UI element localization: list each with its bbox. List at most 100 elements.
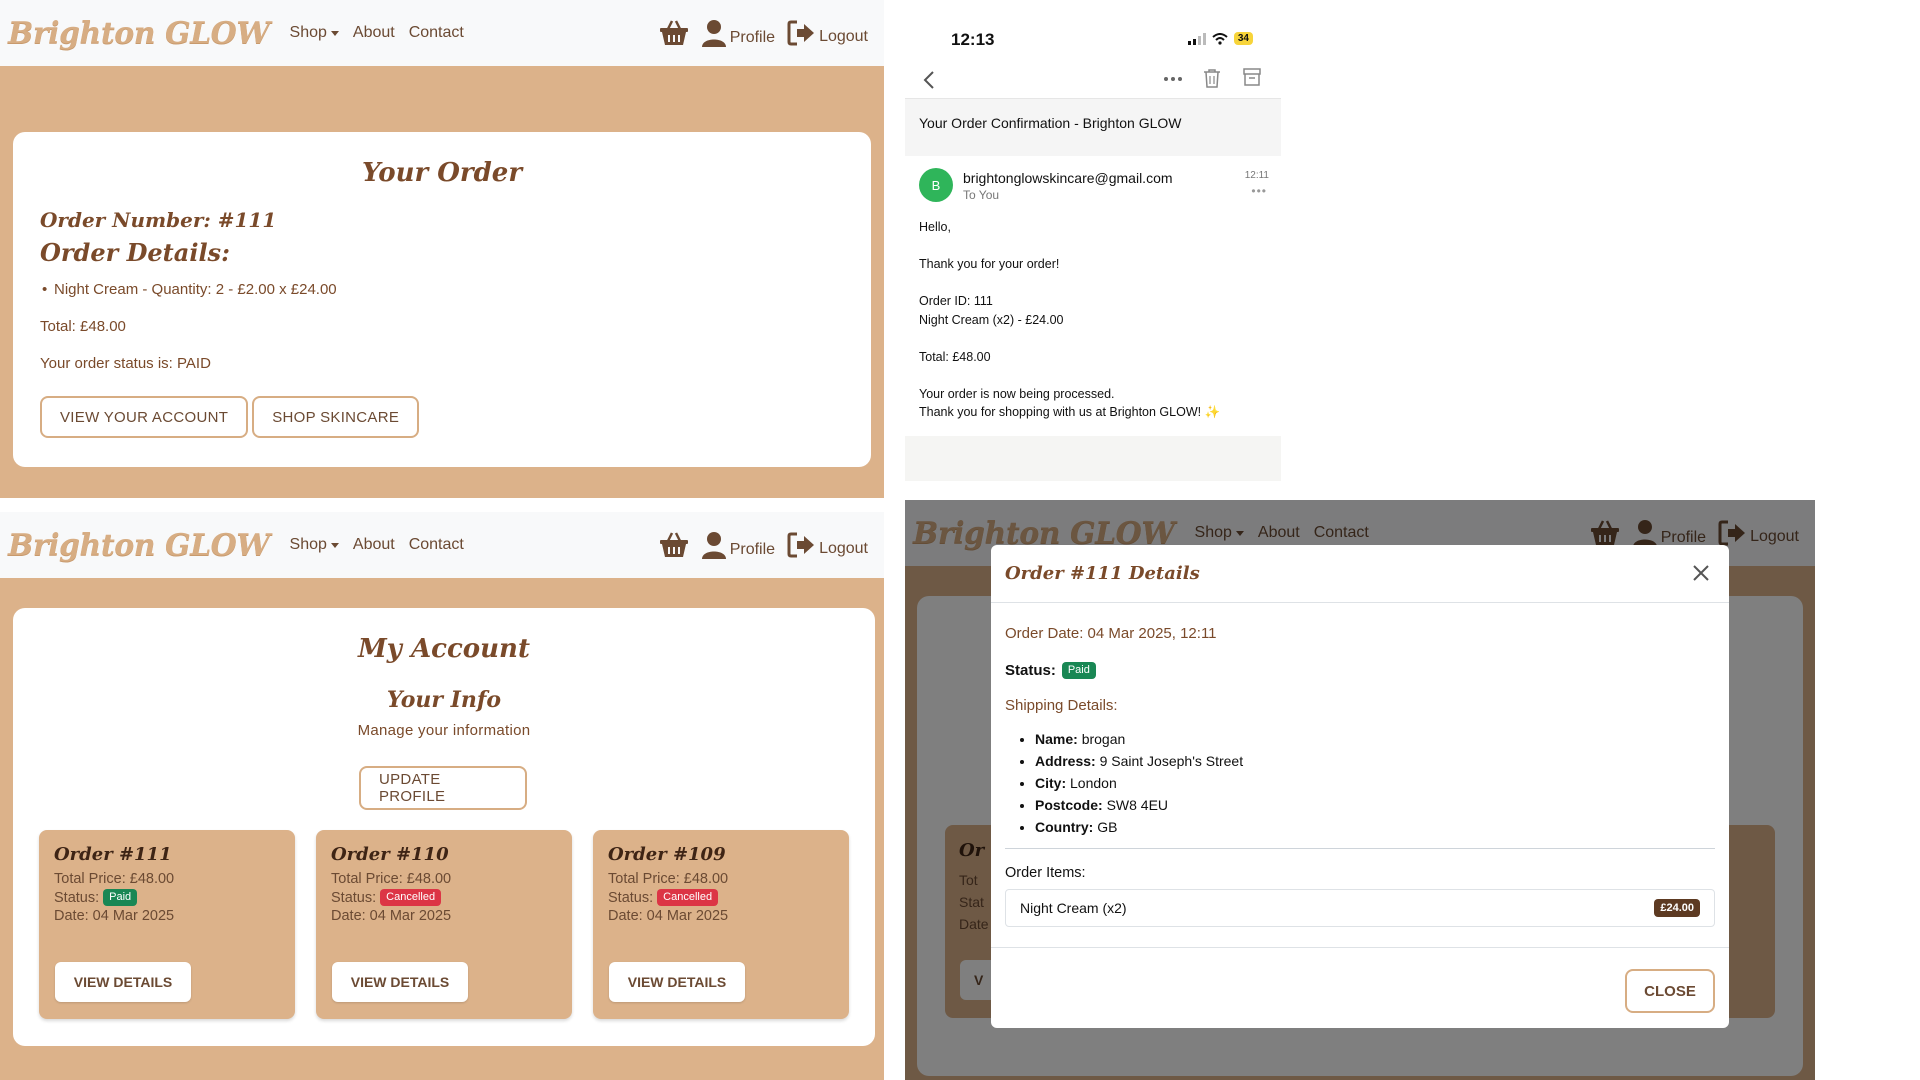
- order-tile: Order #110 Total Price: £48.00 Status: Ca…: [316, 830, 572, 1019]
- email-line: [919, 329, 1269, 348]
- basket-icon[interactable]: [658, 529, 690, 561]
- battery-indicator: 34: [1233, 32, 1253, 45]
- order-total: Total: £48.00: [40, 318, 126, 335]
- field-label: Address:: [1035, 753, 1096, 769]
- email-line: [919, 274, 1269, 293]
- account-card: My Account Your Info Manage your informa…: [13, 608, 875, 1046]
- modal-footer: CLOSE: [991, 947, 1729, 1028]
- modal-body: Order Date: 04 Mar 2025, 12:11 Status: P…: [991, 603, 1729, 927]
- clock: 12:13: [951, 30, 995, 49]
- manage-info-text: Manage your information: [357, 722, 531, 739]
- mail-toolbar: [905, 62, 1281, 98]
- nav-contact[interactable]: Contact: [409, 24, 464, 42]
- nav-shop-dropdown[interactable]: Shop: [290, 536, 339, 554]
- field-value: London: [1070, 775, 1117, 791]
- shipping-name: Name: brogan: [1035, 728, 1715, 750]
- field-value: SW8 4EU: [1106, 797, 1169, 813]
- shop-skincare-button[interactable]: SHOP SKINCARE: [252, 396, 420, 438]
- nav-about[interactable]: About: [353, 536, 395, 554]
- shipping-country: Country: GB: [1035, 816, 1715, 838]
- view-details-button[interactable]: VIEW DETAILS: [609, 962, 745, 1002]
- nav-profile[interactable]: Profile: [701, 19, 775, 47]
- my-account-page: Brighton GLOW Shop About Contact Profile…: [0, 512, 884, 1080]
- brand-logo[interactable]: Brighton GLOW: [8, 16, 270, 51]
- field-label: Country:: [1035, 819, 1094, 835]
- email-line: Your order is now being processed.: [919, 386, 1115, 401]
- order-tile: Order #109 Total Price: £48.00 Status: Ca…: [593, 830, 849, 1019]
- update-profile-button[interactable]: UPDATE PROFILE: [359, 766, 527, 810]
- nav-right: Profile Logout: [658, 512, 868, 578]
- email-screen: 12:13 34 Your Order Confirmation - Brigh…: [905, 0, 1281, 481]
- field-value: 9 Saint Joseph's Street: [1099, 753, 1244, 769]
- order-tile-status: Status: Paid: [54, 889, 280, 906]
- view-details-button[interactable]: VIEW DETAILS: [55, 962, 191, 1002]
- shipping-heading: Shipping Details:: [1005, 697, 1118, 714]
- order-tile-status: Status: Cancelled: [608, 889, 834, 906]
- order-tile-status: Status: Cancelled: [331, 889, 557, 906]
- email-line: Night Cream (x2) - £24.00: [919, 312, 1064, 327]
- status-icons: 34: [1187, 32, 1253, 45]
- email-line: Total: £48.00: [919, 349, 991, 364]
- order-list: Order #111 Total Price: £48.00 Status: Pa…: [39, 830, 849, 1019]
- order-tile-date: Date: 04 Mar 2025: [331, 908, 452, 924]
- close-icon[interactable]: [1691, 563, 1711, 583]
- basket-icon[interactable]: [658, 17, 690, 49]
- nav-shop-dropdown[interactable]: Shop: [290, 24, 339, 42]
- order-tile-date: Date: 04 Mar 2025: [608, 908, 729, 924]
- navbar: Brighton GLOW Shop About Contact Profile…: [0, 512, 884, 578]
- shipping-postcode: Postcode: SW8 4EU: [1035, 794, 1715, 816]
- nav-contact[interactable]: Contact: [409, 536, 464, 554]
- order-tile: Order #111 Total Price: £48.00 Status: Pa…: [39, 830, 295, 1019]
- status-label: Status:: [331, 889, 377, 906]
- back-chevron-icon[interactable]: [923, 70, 935, 90]
- order-actions: VIEW YOUR ACCOUNT SHOP SKINCARE: [40, 396, 844, 438]
- trash-icon[interactable]: [1203, 68, 1221, 88]
- shipping-address: Address: 9 Saint Joseph's Street: [1035, 750, 1715, 772]
- archive-icon[interactable]: [1243, 68, 1261, 86]
- user-icon: [701, 532, 726, 559]
- nav-profile-label: Profile: [729, 541, 776, 558]
- field-value: GB: [1097, 819, 1118, 835]
- status-badge: Cancelled: [657, 889, 719, 906]
- view-account-button[interactable]: VIEW YOUR ACCOUNT: [40, 396, 249, 438]
- order-items-heading: Order Items:: [1005, 865, 1086, 881]
- sender-row: B brightonglowskincare@gmail.com To You …: [919, 168, 1269, 208]
- mail-footer: [905, 436, 1281, 481]
- sender-email[interactable]: brightonglowskincare@gmail.com: [963, 170, 1173, 186]
- email-body: Hello, Thank you for your order! Order I…: [919, 218, 1269, 422]
- order-confirmation-page: Brighton GLOW Shop About Contact Profile…: [0, 0, 884, 498]
- logout-icon: [787, 532, 815, 558]
- status-badge: Cancelled: [380, 889, 442, 906]
- price-badge: £24.00: [1654, 899, 1700, 917]
- nav-right: Profile Logout: [658, 0, 868, 66]
- nav-about[interactable]: About: [353, 24, 395, 42]
- status-label: Status:: [54, 889, 100, 906]
- nav-profile[interactable]: Profile: [701, 531, 776, 559]
- close-button[interactable]: CLOSE: [1625, 969, 1715, 1013]
- nav-logout[interactable]: Logout: [787, 20, 868, 46]
- order-tile-total: Total Price: £48.00: [54, 871, 175, 887]
- order-details-heading: Order Details:: [40, 238, 230, 267]
- order-number: Order Number: #111: [40, 208, 277, 232]
- brand-logo[interactable]: Brighton GLOW: [8, 528, 270, 563]
- page-title: Your Order: [361, 158, 523, 188]
- recipient-label: To You: [963, 188, 1000, 202]
- nav-shop-label: Shop: [289, 24, 327, 41]
- more-icon[interactable]: [1163, 76, 1183, 82]
- list-item: Night Cream (x2) £24.00: [1005, 889, 1715, 927]
- sender-more-icon[interactable]: •••: [1251, 184, 1267, 198]
- order-tile-title: Order #111: [54, 844, 172, 865]
- caret-down-icon: [330, 542, 339, 548]
- sent-time: 12:11: [1244, 170, 1269, 181]
- status-label: Status:: [1005, 662, 1056, 679]
- email-line: Order ID: 111: [919, 294, 993, 308]
- field-label: City:: [1035, 775, 1067, 791]
- email-line: [919, 237, 1269, 256]
- your-info-heading: Your Info: [386, 687, 502, 713]
- view-details-button[interactable]: VIEW DETAILS: [332, 962, 468, 1002]
- nav-logout-label: Logout: [819, 28, 868, 45]
- order-tile-title: Order #109: [608, 844, 726, 865]
- email-line: Thank you for your order!: [919, 257, 1060, 271]
- nav-logout[interactable]: Logout: [787, 532, 868, 558]
- caret-down-icon: [330, 30, 339, 36]
